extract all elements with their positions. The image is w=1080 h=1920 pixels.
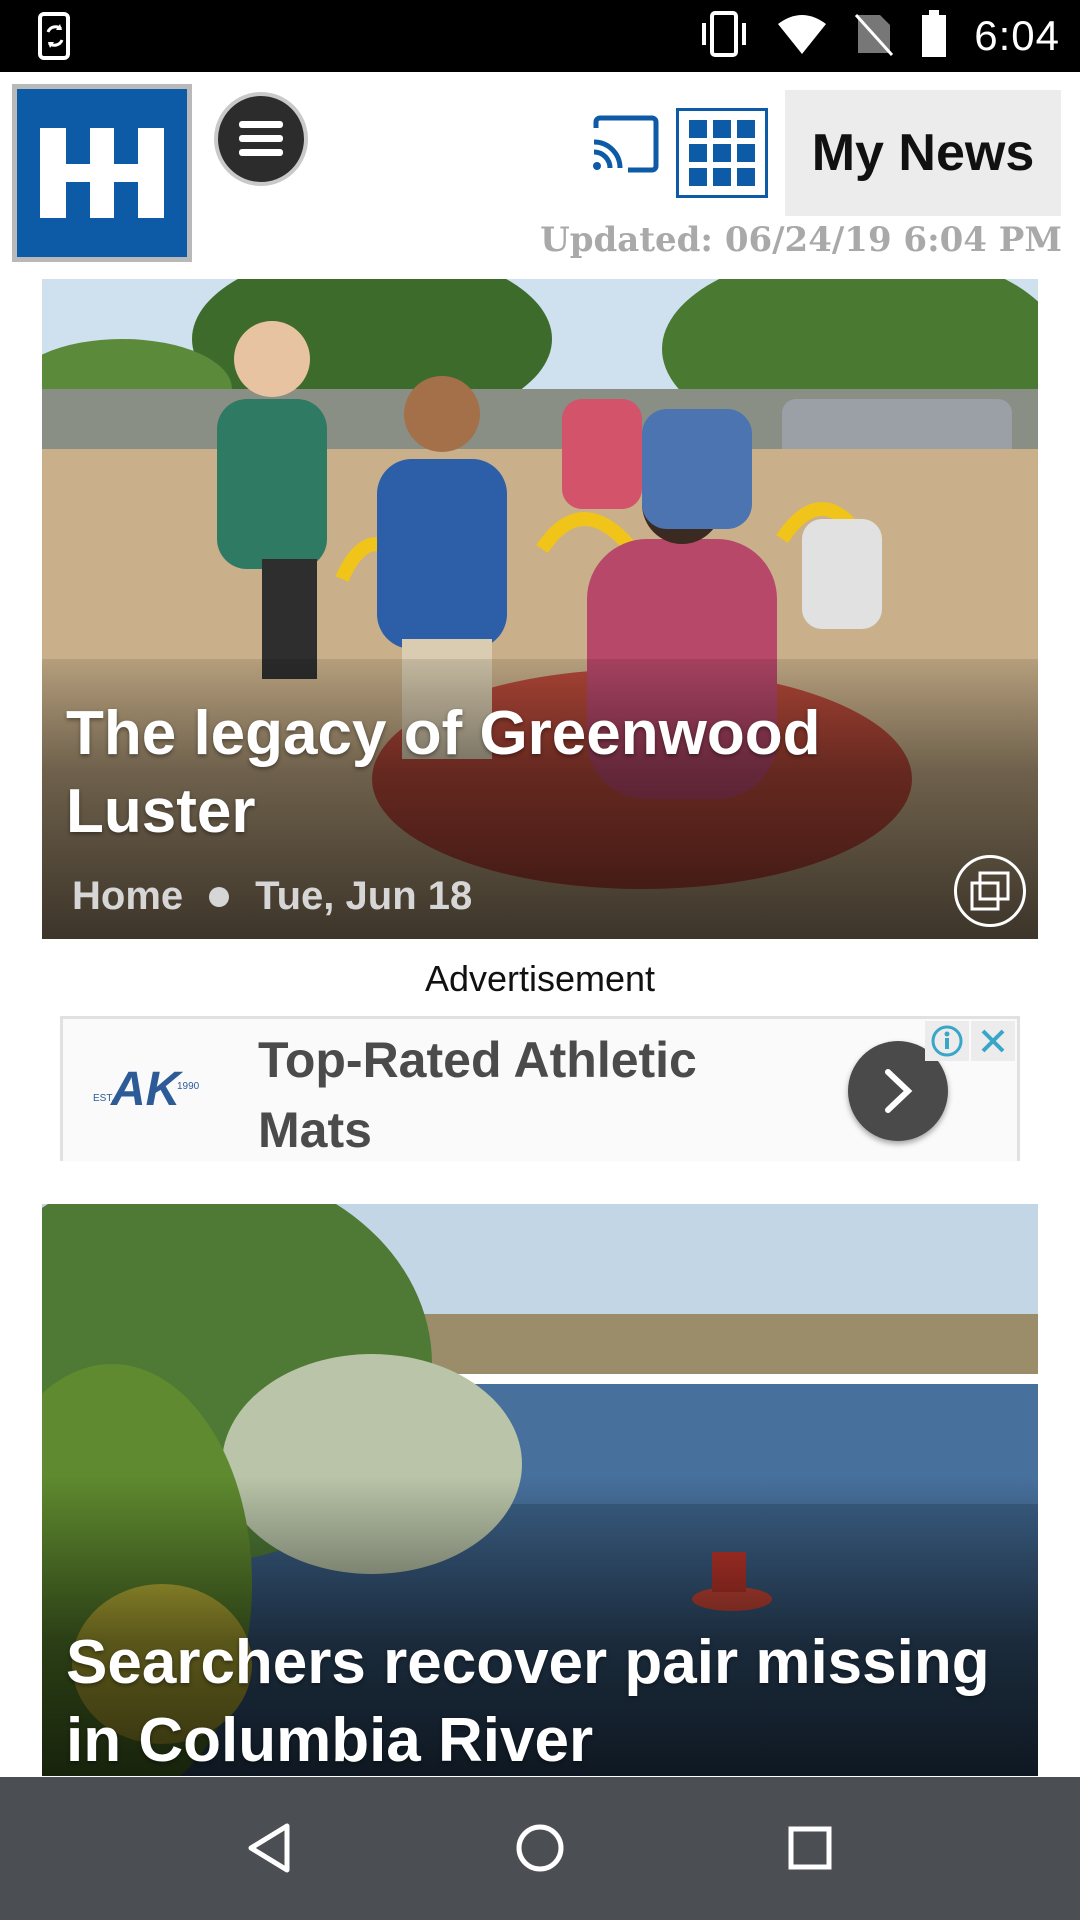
advertisement-headline[interactable]: Top-Rated Athletic Mats bbox=[258, 1025, 778, 1161]
advertisement-label: Advertisement bbox=[424, 958, 656, 999]
story-card-river[interactable]: Searchers recover pair missing in Columb… bbox=[42, 1204, 1038, 1776]
home-circle-icon[interactable] bbox=[505, 1813, 575, 1883]
story-headline[interactable]: Searchers recover pair missing in Columb… bbox=[66, 1624, 1014, 1776]
app-grid-icon[interactable] bbox=[676, 108, 768, 198]
story-date: Tue, Jun 18 bbox=[255, 874, 473, 918]
story-card-playground[interactable]: The legacy of Greenwood Luster Home Tue,… bbox=[42, 279, 1038, 939]
system-navigation-bar bbox=[0, 1777, 1080, 1920]
advertiser-logo: EST. AK 1990 bbox=[93, 1059, 203, 1119]
story-meta: Home Tue, Jun 18 bbox=[72, 874, 472, 919]
status-time: 6:04 bbox=[974, 12, 1060, 59]
ad-logo-year: 1990 bbox=[177, 1081, 200, 1092]
ad-logo-mark: AK bbox=[110, 1063, 184, 1116]
no-sim-icon bbox=[854, 11, 894, 62]
wifi-icon bbox=[776, 12, 828, 61]
separator-dot-icon bbox=[209, 886, 230, 907]
back-triangle-icon[interactable] bbox=[235, 1813, 305, 1883]
vibrate-icon bbox=[698, 10, 750, 62]
adchoices-info-icon[interactable] bbox=[925, 1021, 969, 1061]
hh-logo[interactable] bbox=[12, 84, 192, 262]
status-bar: 6:04 bbox=[0, 0, 1080, 72]
gallery-icon[interactable] bbox=[954, 855, 1026, 927]
screen-rotate-icon bbox=[36, 12, 76, 60]
battery-icon bbox=[920, 9, 948, 63]
hamburger-icon[interactable] bbox=[214, 92, 308, 186]
my-news-button[interactable]: My News bbox=[785, 90, 1061, 216]
cast-icon[interactable] bbox=[590, 114, 660, 174]
recents-square-icon[interactable] bbox=[775, 1813, 845, 1883]
story-headline[interactable]: The legacy of Greenwood Luster bbox=[66, 695, 1014, 851]
app-header: My News Updated: 06/24/19 6:04 PM bbox=[0, 72, 1080, 272]
advertisement-banner[interactable]: EST. AK 1990 Top-Rated Athletic Mats bbox=[60, 1016, 1020, 1161]
story-section[interactable]: Home bbox=[72, 874, 183, 919]
close-icon[interactable] bbox=[971, 1021, 1015, 1061]
updated-timestamp: Updated: 06/24/19 6:04 PM bbox=[540, 220, 1062, 260]
